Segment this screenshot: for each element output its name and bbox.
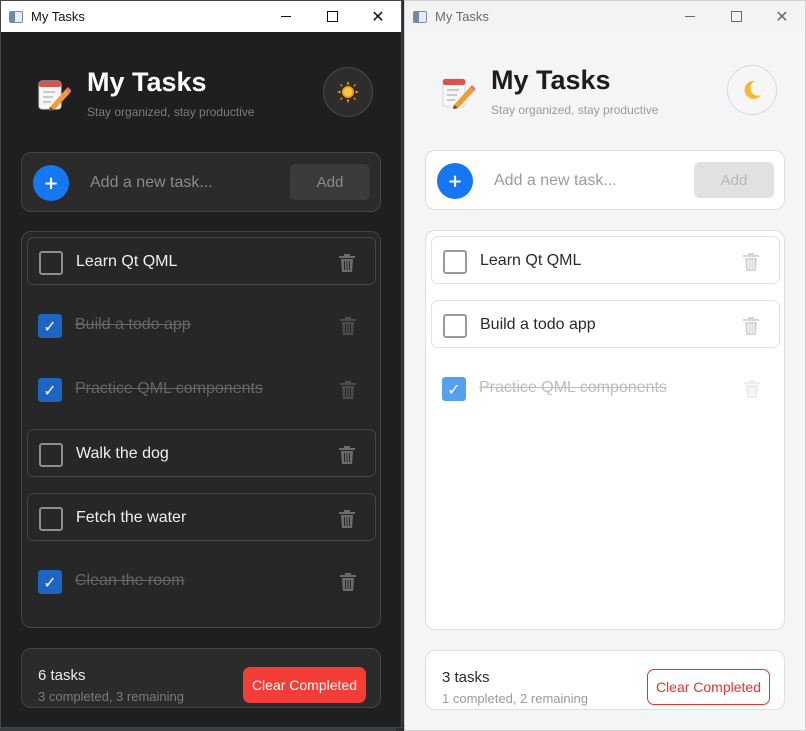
- trash-icon[interactable]: [339, 510, 355, 528]
- title-bar[interactable]: My Tasks ✕: [405, 1, 805, 32]
- list-item[interactable]: Learn Qt QML: [27, 237, 376, 285]
- task-label: Walk the dog: [76, 445, 169, 462]
- task-list: Learn Qt QML Build a todo app ✓ Practice…: [425, 230, 785, 630]
- list-item[interactable]: ✓ Clean the room: [27, 557, 376, 605]
- dark-theme-window: My Tasks ✕ My Tasks Stay organized, stay…: [0, 0, 402, 728]
- task-checkbox[interactable]: [39, 443, 63, 467]
- app-header: My Tasks Stay organized, stay productive: [439, 61, 777, 127]
- task-count: 3 tasks: [442, 669, 490, 686]
- list-item[interactable]: Fetch the water: [27, 493, 376, 541]
- window-app-icon: [9, 10, 23, 23]
- add-task-plus-button[interactable]: +: [33, 165, 69, 201]
- app-header: My Tasks Stay organized, stay productive: [35, 63, 373, 129]
- task-summary: 3 completed, 3 remaining: [38, 689, 184, 704]
- task-list: Learn Qt QML ✓ Build a todo app ✓ Practi…: [21, 231, 381, 628]
- summary-footer: 6 tasks 3 completed, 3 remaining Clear C…: [21, 648, 381, 708]
- trash-icon[interactable]: [340, 317, 356, 335]
- list-item[interactable]: Build a todo app: [431, 300, 780, 348]
- trash-icon[interactable]: [339, 254, 355, 272]
- summary-footer: 3 tasks 1 completed, 2 remaining Clear C…: [425, 650, 785, 710]
- list-item[interactable]: Learn Qt QML: [431, 236, 780, 284]
- app-title: My Tasks: [491, 65, 611, 95]
- new-task-input[interactable]: [90, 167, 280, 199]
- trash-icon[interactable]: [743, 317, 759, 335]
- app-subtitle: Stay organized, stay productive: [87, 105, 255, 119]
- app-subtitle: Stay organized, stay productive: [491, 103, 659, 117]
- close-icon[interactable]: ✕: [355, 1, 401, 32]
- window-title: My Tasks: [31, 9, 85, 24]
- task-checkbox[interactable]: ✓: [38, 314, 62, 338]
- task-checkbox[interactable]: ✓: [38, 378, 62, 402]
- task-label: Learn Qt QML: [76, 253, 178, 270]
- maximize-icon[interactable]: [309, 1, 355, 32]
- app-title: My Tasks: [87, 67, 207, 97]
- task-summary: 1 completed, 2 remaining: [442, 691, 588, 706]
- new-task-input[interactable]: [494, 165, 684, 197]
- task-label: Fetch the water: [76, 509, 187, 526]
- window-app-icon: [413, 10, 427, 23]
- notepad-pencil-icon: [38, 80, 71, 111]
- task-label: Practice QML components: [479, 379, 667, 396]
- trash-icon[interactable]: [340, 381, 356, 399]
- add-task-card: + Add: [425, 150, 785, 210]
- task-checkbox[interactable]: [39, 251, 63, 275]
- task-checkbox[interactable]: ✓: [38, 570, 62, 594]
- list-item[interactable]: ✓ Practice QML components: [27, 365, 376, 413]
- window-controls: ✕: [667, 1, 805, 32]
- list-item[interactable]: ✓ Practice QML components: [431, 364, 780, 412]
- clear-completed-button[interactable]: Clear Completed: [242, 667, 366, 703]
- task-label: Clean the room: [75, 572, 185, 589]
- minimize-icon[interactable]: [263, 1, 309, 32]
- task-count: 6 tasks: [38, 667, 86, 684]
- window-title: My Tasks: [435, 9, 489, 24]
- window-controls: ✕: [263, 1, 401, 32]
- trash-icon[interactable]: [340, 573, 356, 591]
- add-task-card: + Add: [21, 152, 381, 212]
- add-button[interactable]: Add: [694, 162, 774, 198]
- theme-toggle-button[interactable]: [727, 65, 777, 115]
- trash-icon[interactable]: [743, 253, 759, 271]
- moon-icon: [744, 80, 761, 99]
- task-checkbox[interactable]: [443, 314, 467, 338]
- task-label: Build a todo app: [75, 316, 191, 333]
- task-label: Build a todo app: [480, 316, 596, 333]
- theme-toggle-button[interactable]: [323, 67, 373, 117]
- list-item[interactable]: ✓ Build a todo app: [27, 301, 376, 349]
- task-checkbox[interactable]: [39, 507, 63, 531]
- task-checkbox[interactable]: ✓: [442, 377, 466, 401]
- minimize-icon[interactable]: [667, 1, 713, 32]
- plus-icon: +: [447, 170, 463, 192]
- maximize-icon[interactable]: [713, 1, 759, 32]
- close-icon[interactable]: ✕: [759, 1, 805, 32]
- task-label: Practice QML components: [75, 380, 263, 397]
- title-bar[interactable]: My Tasks ✕: [1, 1, 401, 32]
- trash-icon[interactable]: [744, 380, 760, 398]
- light-theme-window: My Tasks ✕ My Tasks Stay organized, stay…: [404, 0, 806, 731]
- notepad-pencil-icon: [442, 78, 475, 109]
- sun-icon: [337, 81, 359, 103]
- trash-icon[interactable]: [339, 446, 355, 464]
- list-item[interactable]: Walk the dog: [27, 429, 376, 477]
- task-checkbox[interactable]: [443, 250, 467, 274]
- add-task-plus-button[interactable]: +: [437, 163, 473, 199]
- task-label: Learn Qt QML: [480, 252, 582, 269]
- clear-completed-button[interactable]: Clear Completed: [646, 669, 770, 705]
- plus-icon: +: [43, 172, 59, 194]
- add-button[interactable]: Add: [290, 164, 370, 200]
